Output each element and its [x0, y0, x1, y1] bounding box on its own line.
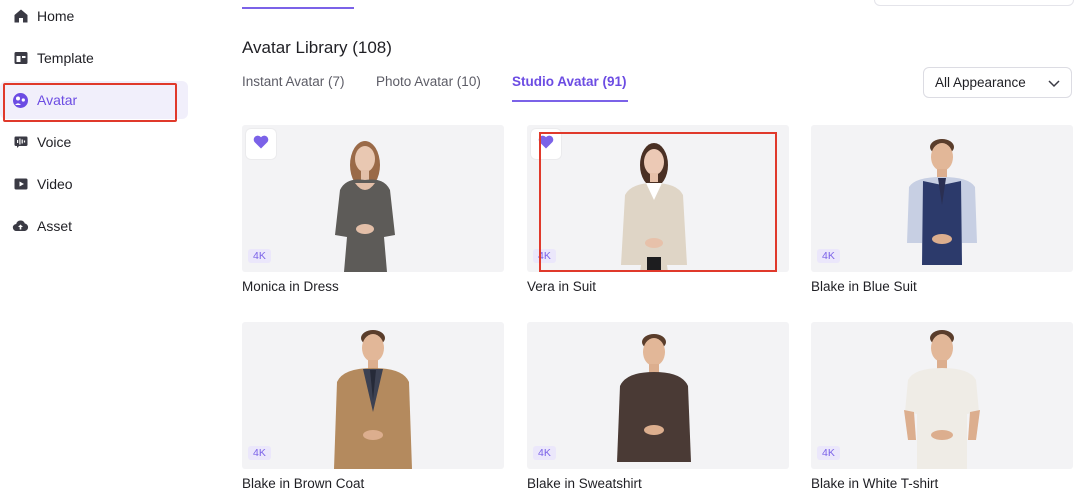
avatar-name: Vera in Suit [527, 279, 597, 294]
avatar-card-blake-in-white-t-shirt[interactable]: 4K Blake in White T-shirt [811, 322, 1073, 488]
avatar-name: Blake in White T-shirt [811, 476, 939, 488]
resolution-badge: 4K [248, 446, 271, 460]
heart-icon [253, 135, 269, 154]
sidebar-item-label: Home [37, 8, 75, 24]
page-title: Avatar Library (108) [242, 38, 392, 57]
avatar-name: Blake in Brown Coat [242, 476, 365, 488]
dropdown-value: All Appearance [935, 75, 1026, 90]
avatar-card-blake-in-sweatshirt[interactable]: 4K Blake in Sweatshirt [527, 322, 789, 488]
appearance-filter-dropdown[interactable]: All Appearance [923, 67, 1072, 98]
template-icon [12, 50, 29, 67]
chevron-down-icon [1047, 76, 1061, 90]
avatar-name: Blake in Sweatshirt [527, 476, 642, 488]
avatar-image [621, 143, 687, 272]
avatar-image [907, 139, 977, 265]
heart-icon [538, 135, 554, 154]
resolution-badge: 4K [248, 249, 271, 263]
sidebar-item-label: Asset [37, 218, 73, 234]
tab-instant-avatar[interactable]: Instant Avatar (7) [242, 74, 345, 89]
sidebar-item-avatar[interactable]: Avatar [0, 81, 188, 119]
sidebar-item-home[interactable]: Home [0, 0, 188, 35]
video-icon [12, 176, 29, 193]
favorite-button[interactable] [246, 129, 276, 159]
resolution-badge: 4K [817, 446, 840, 460]
avatar-image [334, 330, 412, 469]
voice-icon [12, 134, 29, 151]
resolution-badge: 4K [817, 249, 840, 263]
sidebar-item-label: Avatar [37, 92, 78, 108]
sidebar-item-label: Voice [37, 134, 72, 150]
avatar-card-vera-in-suit[interactable]: 4K Vera in Suit [527, 125, 789, 300]
avatar-thumbnail[interactable]: 4K [811, 322, 1073, 469]
favorite-button[interactable] [531, 129, 561, 159]
sidebar-item-template[interactable]: Template [0, 39, 188, 77]
avatar-thumbnail[interactable]: 4K [242, 322, 504, 469]
avatar-thumbnail[interactable]: 4K [811, 125, 1073, 272]
avatar-name: Blake in Blue Suit [811, 279, 917, 294]
sidebar-item-label: Template [37, 50, 94, 66]
avatar-card-monica-in-dress[interactable]: 4K Monica in Dress [242, 125, 504, 300]
avatar-image [335, 141, 395, 272]
active-tab-underline [512, 100, 628, 102]
top-tab-indicator [242, 7, 354, 9]
cloud-upload-icon [12, 218, 29, 235]
tab-studio-avatar[interactable]: Studio Avatar (91) [512, 74, 627, 89]
avatar-card-blake-in-brown-coat[interactable]: 4K Blake in Brown Coat [242, 322, 504, 488]
avatar-image [617, 334, 691, 462]
home-icon [12, 8, 29, 25]
sidebar: Home Template Avatar Voice Video Asset [0, 0, 200, 488]
avatar-image [904, 330, 980, 469]
avatar-name: Monica in Dress [242, 279, 339, 294]
sidebar-item-video[interactable]: Video [0, 165, 188, 203]
tab-photo-avatar[interactable]: Photo Avatar (10) [376, 74, 481, 89]
search-box[interactable] [874, 0, 1074, 6]
avatar-card-blake-in-blue-suit[interactable]: 4K Blake in Blue Suit [811, 125, 1073, 300]
avatar-thumbnail[interactable]: 4K [242, 125, 504, 272]
avatar-icon [12, 92, 29, 109]
resolution-badge: 4K [533, 249, 556, 263]
sidebar-item-voice[interactable]: Voice [0, 123, 188, 161]
sidebar-item-asset[interactable]: Asset [0, 207, 188, 245]
sidebar-item-label: Video [37, 176, 73, 192]
resolution-badge: 4K [533, 446, 556, 460]
avatar-thumbnail[interactable]: 4K [527, 125, 789, 272]
avatar-thumbnail[interactable]: 4K [527, 322, 789, 469]
